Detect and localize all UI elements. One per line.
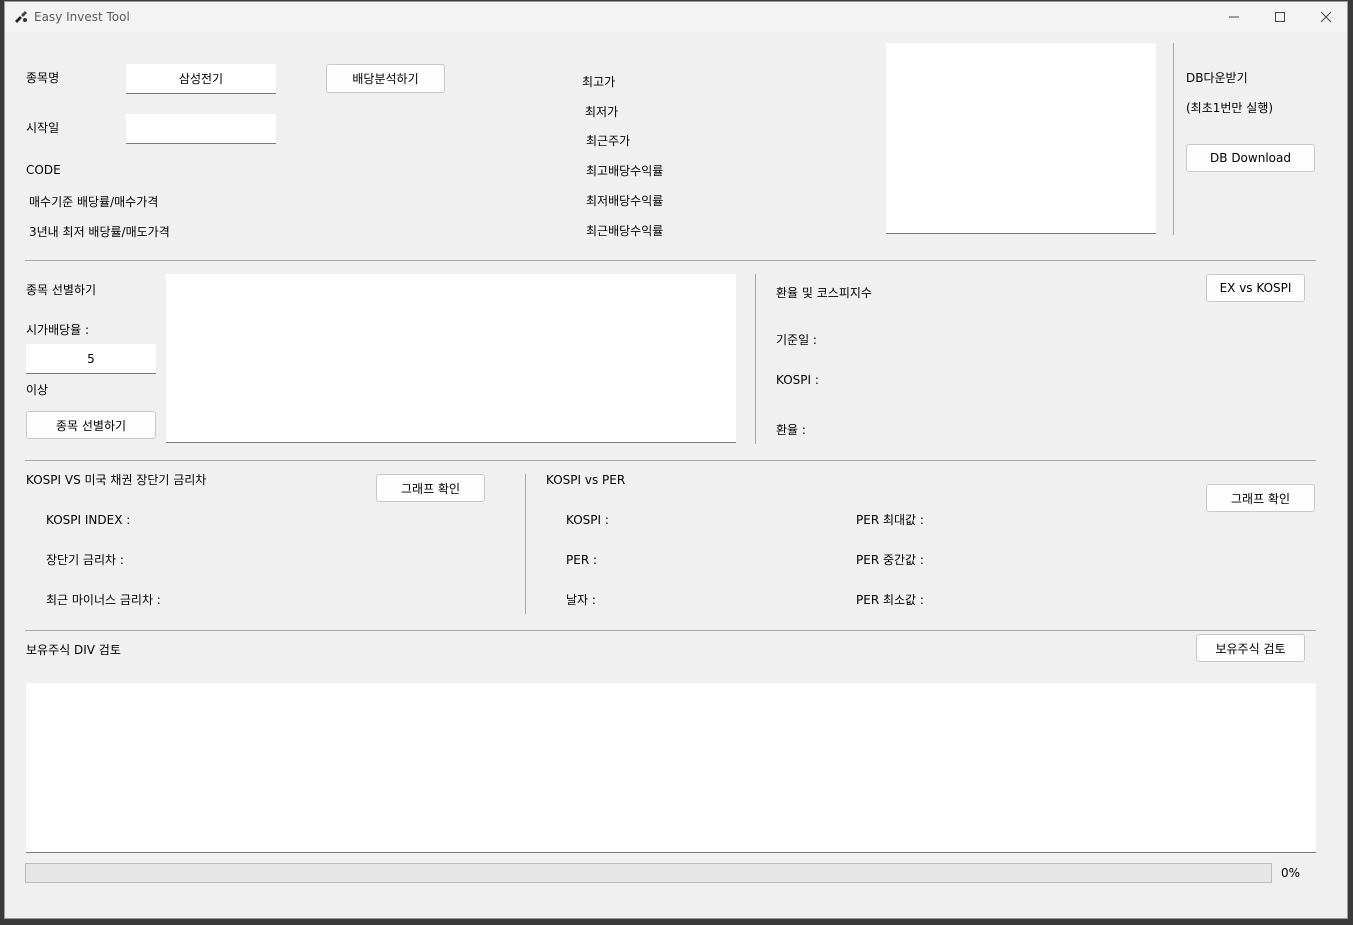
- per-mid-label: PER 중간값 :: [856, 553, 924, 567]
- start-date-input[interactable]: [126, 114, 276, 144]
- sell-criteria-label: 3년내 최저 배당률/매도가격: [29, 225, 170, 239]
- per-graph-button[interactable]: 그래프 확인: [1206, 484, 1315, 512]
- negative-spread-label: 최근 마이너스 금리차 :: [46, 593, 161, 607]
- db-download-title: DB다운받기: [1186, 71, 1248, 85]
- above-label: 이상: [26, 383, 49, 397]
- title-bar: Easy Invest Tool: [5, 2, 1347, 32]
- progress-bar: [25, 863, 1272, 883]
- high-yield-label: 최고배당수익률: [586, 164, 664, 178]
- app-icon: [15, 11, 27, 23]
- holdings-review-button[interactable]: 보유주식 검토: [1196, 634, 1305, 662]
- chart-panel: [886, 43, 1156, 234]
- recent-yield-label: 최근배당수익률: [586, 224, 664, 238]
- fx-rate-label: 환율 :: [776, 423, 806, 437]
- bond-graph-button[interactable]: 그래프 확인: [376, 474, 485, 502]
- minimize-button[interactable]: [1211, 2, 1257, 32]
- minimize-icon: [1229, 16, 1239, 18]
- main-window: Easy Invest Tool 종목명 배당분석하기 시작일 CODE 매수기…: [4, 1, 1348, 919]
- window-title: Easy Invest Tool: [34, 10, 130, 24]
- db-download-note: (최초1번만 실행): [1186, 101, 1274, 115]
- stock-name-input[interactable]: [126, 64, 276, 94]
- dividend-analyze-button[interactable]: 배당분석하기: [326, 64, 445, 93]
- stock-name-label: 종목명: [26, 71, 60, 85]
- close-button[interactable]: [1303, 2, 1347, 32]
- low-yield-label: 최저배당수익률: [586, 194, 664, 208]
- section-divider-3: [25, 630, 1316, 631]
- fx-divider: [755, 274, 756, 444]
- start-date-label: 시작일: [26, 121, 60, 135]
- fx-title: 환율 및 코스피지수: [776, 286, 872, 300]
- dividend-yield-label: 시가배당율 :: [26, 323, 90, 337]
- dividend-yield-input[interactable]: [26, 344, 156, 374]
- per-label: PER :: [566, 553, 598, 567]
- buy-criteria-label: 매수기준 배당률/매수가격: [29, 195, 159, 209]
- screen-result-list[interactable]: [166, 274, 736, 443]
- section-divider-1: [25, 260, 1316, 261]
- holdings-title: 보유주식 DIV 검토: [26, 643, 121, 657]
- close-icon: [1320, 11, 1332, 23]
- db-divider: [1173, 43, 1174, 235]
- rate-spread-label: 장단기 금리차 :: [46, 553, 124, 567]
- fx-date-label: 기준일 :: [776, 333, 817, 347]
- screen-stocks-button[interactable]: 종목 선별하기: [26, 411, 156, 439]
- bond-title: KOSPI VS 미국 채권 장단기 금리차: [26, 473, 207, 487]
- per-kospi-label: KOSPI :: [566, 513, 609, 527]
- per-date-label: 날자 :: [566, 593, 596, 607]
- code-label: CODE: [26, 163, 61, 177]
- per-title: KOSPI vs PER: [546, 473, 626, 487]
- per-max-label: PER 최대값 :: [856, 513, 924, 527]
- fx-kospi-label: KOSPI :: [776, 373, 819, 387]
- per-divider: [525, 474, 526, 614]
- high-price-label: 최고가: [582, 75, 616, 89]
- maximize-icon: [1275, 12, 1285, 22]
- recent-price-label: 최근주가: [586, 134, 631, 148]
- progress-text: 0%: [1281, 866, 1301, 880]
- low-price-label: 최저가: [585, 105, 619, 119]
- kospi-index-label: KOSPI INDEX :: [46, 513, 131, 527]
- screen-title: 종목 선별하기: [26, 283, 97, 297]
- maximize-button[interactable]: [1257, 2, 1303, 32]
- ex-vs-kospi-button[interactable]: EX vs KOSPI: [1206, 274, 1305, 302]
- per-min-label: PER 최소값 :: [856, 593, 924, 607]
- holdings-result-list[interactable]: [26, 683, 1316, 853]
- section-divider-2: [25, 460, 1316, 461]
- db-download-button[interactable]: DB Download: [1186, 144, 1315, 172]
